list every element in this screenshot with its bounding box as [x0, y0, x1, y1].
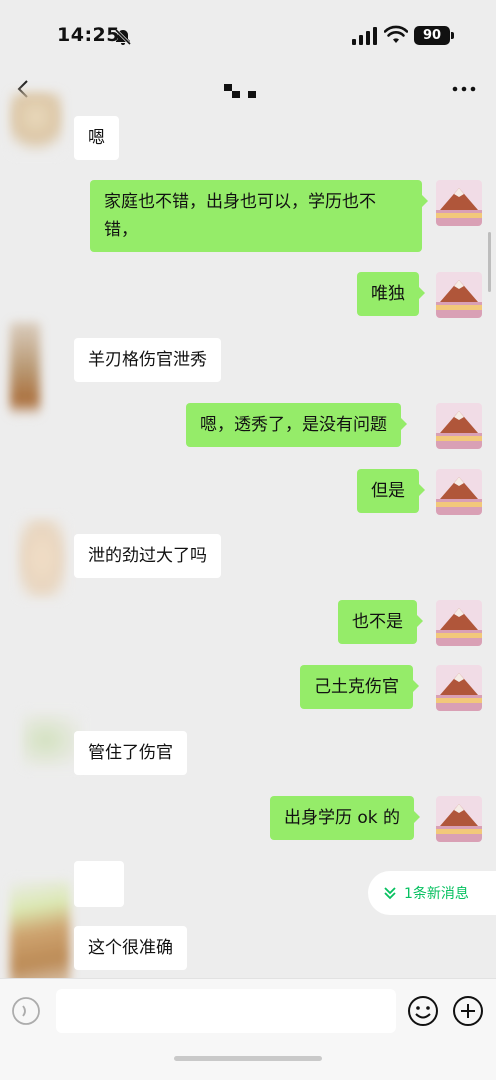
- new-message-label: 1条新消息: [404, 886, 469, 902]
- message-bubble-incoming[interactable]: [74, 861, 124, 953]
- mountain-landscape-icon: [436, 600, 482, 646]
- message-bubble-outgoing[interactable]: 也不是: [338, 600, 423, 644]
- mountain-landscape-icon: [436, 180, 482, 226]
- avatar-incoming[interactable]: [10, 92, 62, 154]
- emoji-icon[interactable]: [407, 995, 439, 1027]
- new-message-pill[interactable]: 1条新消息: [368, 871, 496, 915]
- message-bubble-outgoing[interactable]: 但是: [357, 469, 425, 513]
- message-bubble-incoming[interactable]: 嗯: [74, 116, 119, 160]
- mountain-landscape-icon: [436, 796, 482, 842]
- avatar-incoming[interactable]: [22, 712, 82, 768]
- avatar-self[interactable]: [436, 272, 482, 318]
- avatar-self[interactable]: [436, 403, 482, 449]
- avatar-incoming[interactable]: [18, 518, 66, 598]
- double-chevron-down-icon: [384, 887, 396, 900]
- avatar-self[interactable]: [436, 665, 482, 711]
- avatar-incoming[interactable]: [10, 322, 40, 416]
- more-options-icon[interactable]: [450, 84, 478, 94]
- avatar-self[interactable]: [436, 796, 482, 842]
- message-bubble-incoming[interactable]: 管住了伤官: [74, 731, 187, 775]
- avatar-self[interactable]: [436, 180, 482, 226]
- message-bubble-incoming[interactable]: 这个很准确: [74, 926, 187, 970]
- scrollbar[interactable]: [488, 232, 491, 292]
- message-bubble-incoming[interactable]: 羊刃格伤官泄秀: [74, 338, 221, 382]
- message-bubble-outgoing[interactable]: 唯独: [357, 272, 425, 316]
- message-bubble-outgoing[interactable]: 家庭也不错，出身也可以，学历也不 错，: [90, 180, 428, 252]
- mountain-landscape-icon: [436, 272, 482, 318]
- wifi-icon: [384, 25, 408, 43]
- plus-icon[interactable]: [452, 995, 484, 1027]
- home-indicator[interactable]: [174, 1056, 322, 1061]
- message-bubble-incoming[interactable]: 泄的劲过大了吗: [74, 534, 221, 578]
- avatar-self[interactable]: [436, 469, 482, 515]
- avatar-self[interactable]: [436, 600, 482, 646]
- mountain-landscape-icon: [436, 403, 482, 449]
- status-bar: 14:25 90: [0, 0, 496, 70]
- message-bubble-outgoing[interactable]: 己土克伤官: [300, 665, 419, 709]
- status-time: 14:25: [57, 24, 120, 46]
- nav-title-pixelated: [224, 84, 256, 98]
- message-input[interactable]: [56, 989, 396, 1033]
- bell-muted-icon: [114, 28, 132, 46]
- voice-input-icon[interactable]: [10, 995, 42, 1027]
- cellular-signal-icon: [352, 27, 377, 45]
- message-bubble-outgoing[interactable]: 嗯，透秀了，是没有问题: [186, 403, 407, 447]
- battery-icon: 90: [414, 26, 454, 45]
- message-bubble-outgoing[interactable]: 出身学历 ok 的: [270, 796, 421, 840]
- input-bar: [0, 978, 496, 1080]
- mountain-landscape-icon: [436, 469, 482, 515]
- mountain-landscape-icon: [436, 665, 482, 711]
